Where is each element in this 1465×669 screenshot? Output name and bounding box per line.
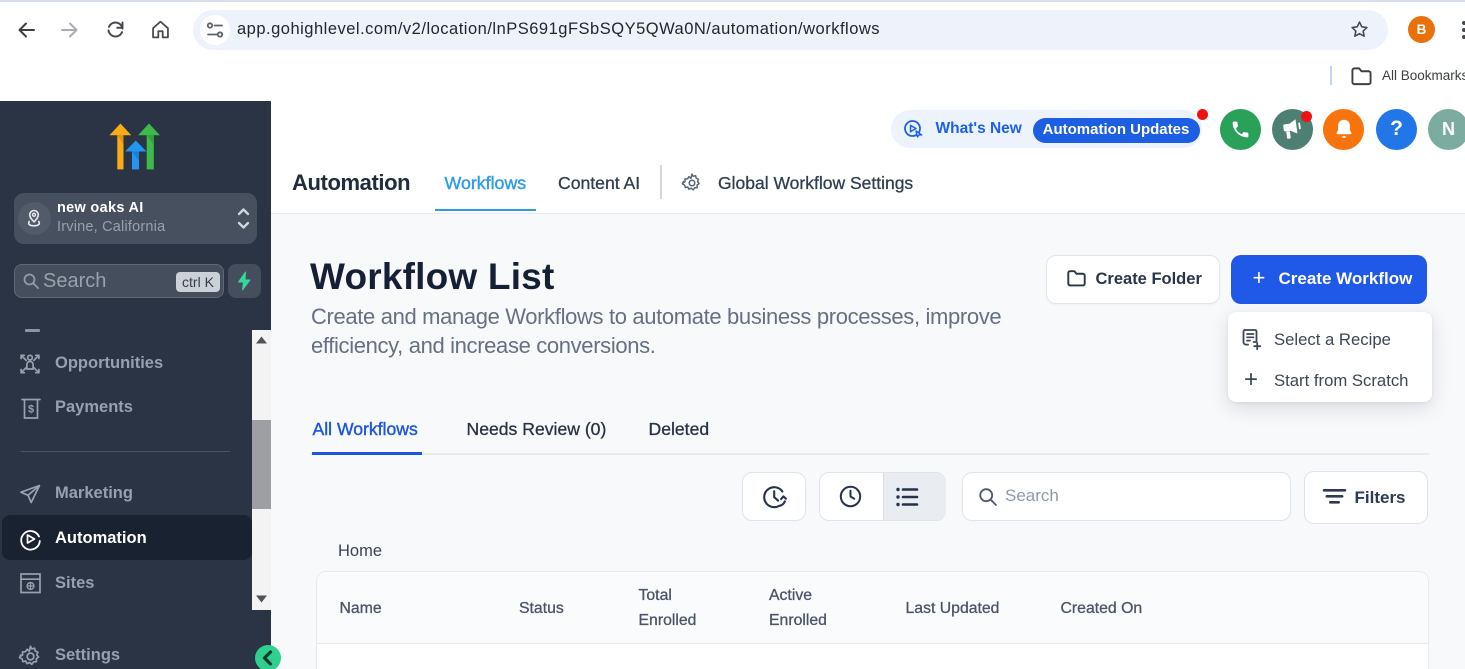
svg-text:$: $ (28, 404, 34, 416)
